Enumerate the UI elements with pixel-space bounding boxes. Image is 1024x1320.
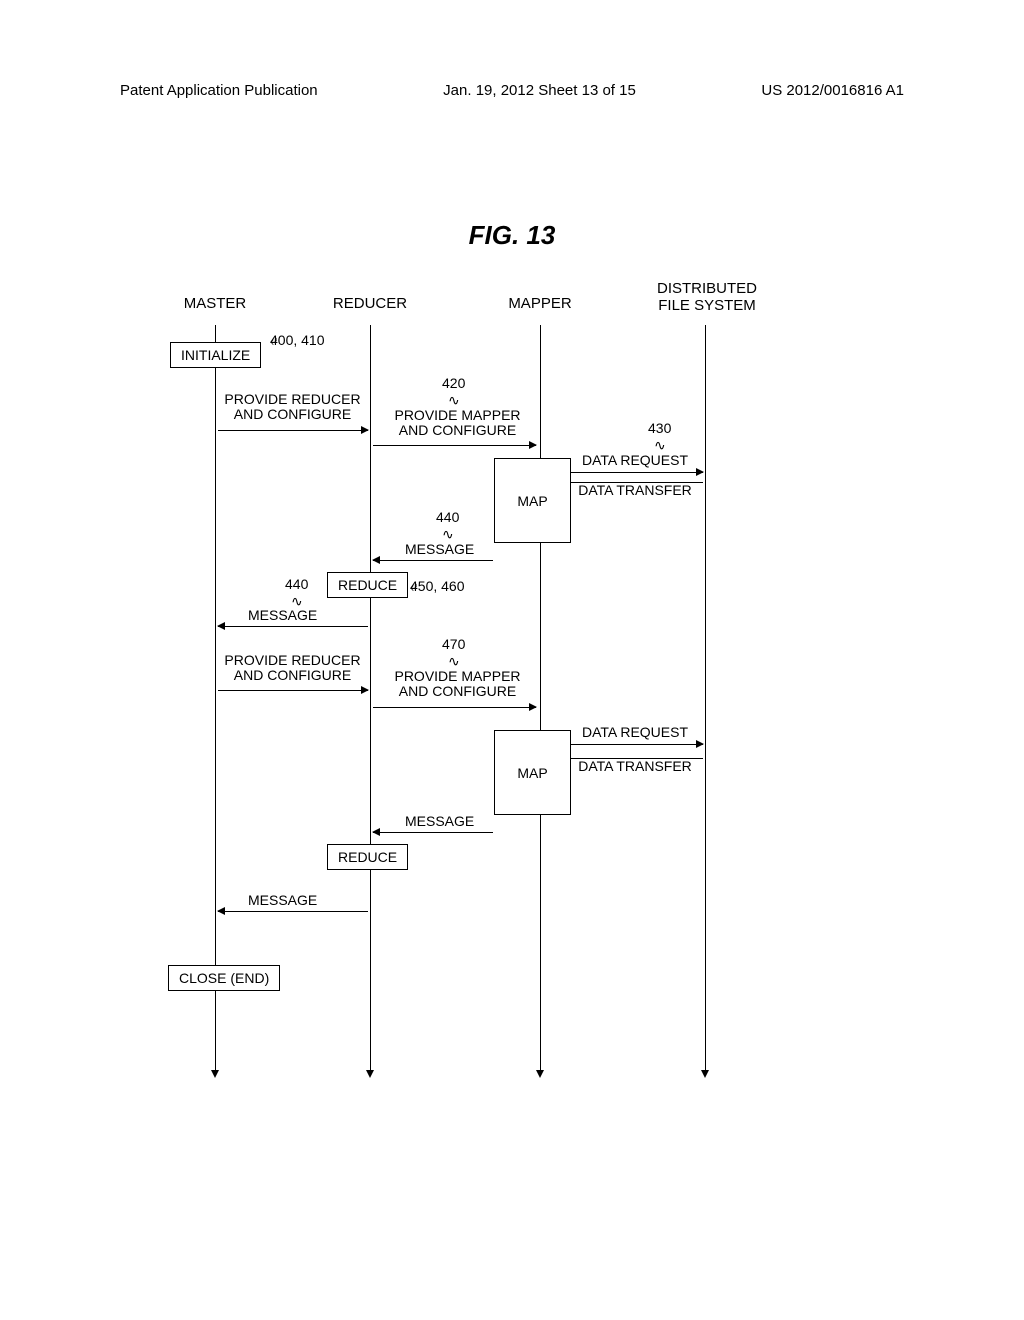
ref-470: 470 (442, 636, 465, 652)
msg-prov-reducer-2: PROVIDE REDUCER AND CONFIGURE (220, 653, 365, 684)
lifeline-header-mapper: MAPPER (500, 295, 580, 312)
box-reduce-1: REDUCE (327, 572, 408, 598)
box-initialize: INITIALIZE (170, 342, 261, 368)
ref-400: ⤶ 400, 410 (270, 332, 325, 348)
msg-prov-reducer-1: PROVIDE REDUCER AND CONFIGURE (220, 392, 365, 423)
sequence-diagram: MASTER REDUCER MAPPER DISTRIBUTED FILE S… (0, 280, 1024, 1100)
arrow-message-r2 (373, 832, 493, 833)
arrow-prov-reducer-1 (218, 430, 368, 431)
lifeline-header-reducer: REDUCER (330, 295, 410, 312)
arrow-prov-mapper-1 (373, 445, 536, 446)
squiggle-470-icon: ∿ (448, 653, 460, 670)
box-map-1: MAP (494, 458, 571, 543)
squiggle-420-icon: ∿ (448, 392, 460, 409)
ref-450: ⤶ 450, 460 (410, 578, 465, 594)
msg-message-m1: MESSAGE (248, 608, 317, 623)
box-map-2: MAP (494, 730, 571, 815)
lifeline-master (215, 325, 216, 1070)
ref-440a: 440 (436, 509, 459, 525)
arrow-data-request-2 (563, 744, 703, 745)
ref-440b: 440 (285, 576, 308, 592)
lifeline-dfs (705, 325, 706, 1070)
lifeline-reducer (370, 325, 371, 1070)
box-close: CLOSE (END) (168, 965, 280, 991)
lifeline-header-dfs: DISTRIBUTED FILE SYSTEM (652, 280, 762, 314)
lifeline-mapper (540, 325, 541, 1070)
arrow-message-m2 (218, 911, 368, 912)
box-reduce-2: REDUCE (327, 844, 408, 870)
arrow-prov-mapper-2 (373, 707, 536, 708)
arrow-message-r1 (373, 560, 493, 561)
msg-message-m2: MESSAGE (248, 893, 317, 908)
msg-message-r1: MESSAGE (405, 542, 474, 557)
header-right: US 2012/0016816 A1 (761, 82, 904, 99)
header-left: Patent Application Publication (120, 82, 318, 99)
ref-420: 420 (442, 375, 465, 391)
squiggle-430-icon: ∿ (654, 437, 666, 454)
ref-430: 430 (648, 420, 671, 436)
msg-data-transfer-1: DATA TRANSFER (570, 483, 700, 498)
arrow-prov-reducer-2 (218, 690, 368, 691)
msg-prov-mapper-2: PROVIDE MAPPER AND CONFIGURE (380, 669, 535, 700)
msg-data-request-2: DATA REQUEST (570, 725, 700, 740)
msg-data-request-1: DATA REQUEST (570, 453, 700, 468)
squiggle-440a-icon: ∿ (442, 526, 454, 543)
squiggle-450-icon: ⤶ (410, 578, 418, 595)
msg-message-r2: MESSAGE (405, 814, 474, 829)
arrow-data-transfer-2 (563, 758, 703, 759)
lifeline-header-master: MASTER (175, 295, 255, 312)
msg-data-transfer-2: DATA TRANSFER (570, 759, 700, 774)
figure-title: FIG. 13 (0, 220, 1024, 251)
arrow-message-m1 (218, 626, 368, 627)
msg-prov-mapper-1: PROVIDE MAPPER AND CONFIGURE (380, 408, 535, 439)
squiggle-icon: ⤶ (270, 332, 278, 349)
arrow-data-transfer-1 (563, 482, 703, 483)
page-header: Patent Application Publication Jan. 19, … (0, 82, 1024, 99)
squiggle-440b-icon: ∿ (291, 593, 303, 610)
header-center: Jan. 19, 2012 Sheet 13 of 15 (443, 82, 636, 99)
arrow-data-request-1 (563, 472, 703, 473)
